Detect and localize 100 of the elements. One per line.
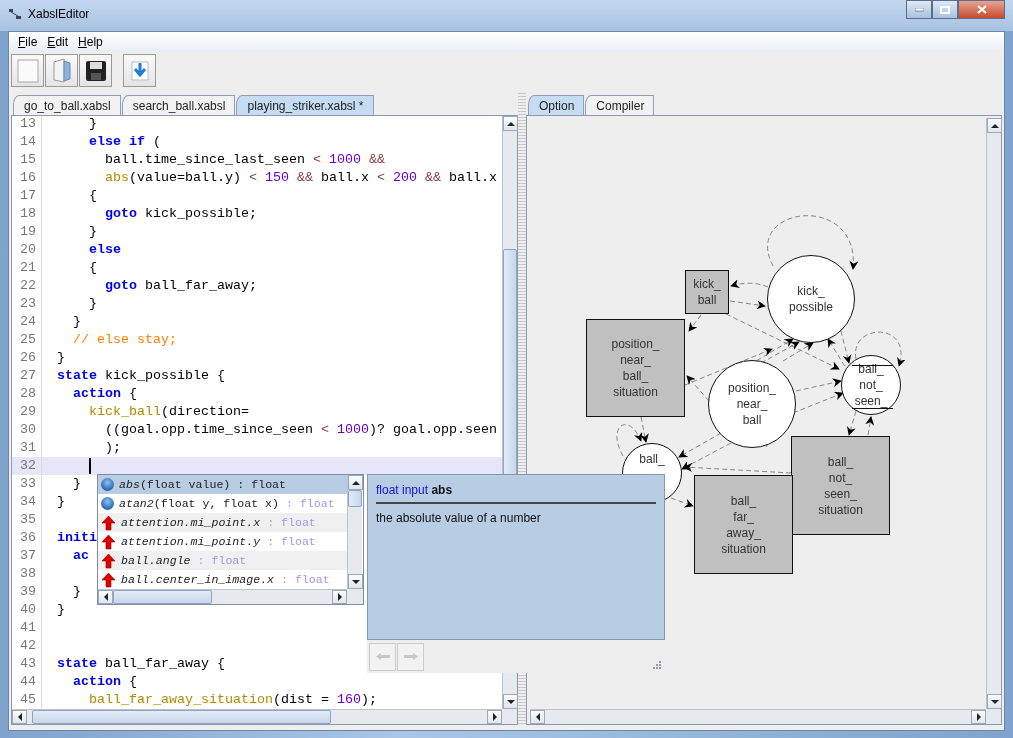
menu-item[interactable]: Edit [42,34,74,49]
code-line: state ball_far_away { [56,655,225,673]
scroll-down-button[interactable] [987,694,1002,709]
scrollbar-thumb[interactable] [348,490,362,507]
code-line: ); [104,439,121,457]
menu-item[interactable]: Help [73,34,108,49]
line-number: 38 [12,565,42,583]
up-arrow-icon [101,552,116,569]
menu-item[interactable]: File [13,34,43,49]
node-label: ball_ far_ away_ situation [721,492,766,557]
tab[interactable]: Option [528,95,585,115]
scroll-up-button[interactable] [348,475,363,490]
line-number: 22 [12,277,42,295]
up-arrow-icon [101,533,116,550]
code-line: } [88,116,97,133]
close-icon [976,5,987,14]
node-label: kick_ possible [789,283,833,315]
code-line: { [88,259,97,277]
tab[interactable]: Compiler [585,95,655,115]
text-cursor [89,458,91,474]
scrollbar-thumb[interactable] [31,710,331,724]
code-line: } [56,493,65,511]
completion-item[interactable]: abs(float value) : float [98,475,347,494]
minimize-button[interactable] [906,0,932,19]
code-line: } [72,313,81,331]
line-number: 24 [12,313,42,331]
line-number: 23 [12,295,42,313]
left-arrow-icon [535,713,540,721]
export-button[interactable] [123,54,156,87]
completion-text: ball.center_in_image.x : float [121,573,330,586]
down-arrow-icon [506,699,515,704]
code-line: } [88,295,97,313]
window-title: XabslEditor [28,7,90,21]
scroll-down-button[interactable] [503,694,518,709]
completion-item[interactable]: attention.mi_point.x : float [98,513,347,532]
up-arrow-icon [506,121,515,126]
doc-title: float input abs [376,483,656,504]
code-line: } [88,223,97,241]
code-line: ball.time_since_last_seen < 1000 && [104,151,385,169]
new-button[interactable] [11,54,44,87]
down-arrow-icon [351,579,360,584]
left-arrow-icon [103,593,108,601]
scroll-right-button[interactable] [971,710,986,724]
code-line: ac [72,547,89,565]
scroll-left-button[interactable] [12,710,27,724]
code-line: else if ( [88,133,161,151]
line-number: 26 [12,349,42,367]
save-button[interactable] [79,54,112,87]
line-number: 16 [12,169,42,187]
line-number: 17 [12,187,42,205]
code-line: { [88,187,97,205]
left-arrow-icon [17,713,22,721]
scrollbar-thumb[interactable] [113,590,212,604]
scroll-up-button[interactable] [987,118,1002,133]
close-button[interactable] [958,0,1005,19]
sphere-icon [101,478,114,491]
tab[interactable]: go_to_ball.xabsl [13,95,121,115]
line-number: 39 [12,583,42,601]
code-line: // else stay; [72,331,177,349]
tab[interactable]: playing_striker.xabsl * [236,95,374,115]
scroll-right-button[interactable] [487,710,502,724]
completion-item[interactable]: ball.angle : float [98,551,347,570]
line-number: 25 [12,331,42,349]
save-icon [84,59,107,82]
right-arrow-icon [976,713,981,721]
line-number: 28 [12,385,42,403]
tab[interactable]: search_ball.xabsl [121,95,236,115]
line-number: 35 [12,511,42,529]
up-arrow-icon [101,514,116,531]
minimize-icon [914,7,924,12]
down-arrow-icon [990,699,999,704]
right-arrow-icon [402,652,419,661]
completion-text: abs(float value) : float [119,478,286,491]
scroll-right-button[interactable] [332,590,347,604]
line-number: 15 [12,151,42,169]
scroll-left-button[interactable] [530,710,545,724]
code-line: goto kick_possible; [104,205,257,223]
code-line: action { [72,673,137,691]
line-number: 29 [12,403,42,421]
scroll-down-button[interactable] [348,574,363,589]
line-number: 13 [12,116,42,133]
scroll-up-button[interactable] [503,116,518,131]
node-label: position_ near_ ball_ situation [611,336,660,400]
maximize-button[interactable] [932,0,958,19]
blank-page-icon [16,58,39,83]
maximize-icon [940,5,950,14]
line-number: 32 [12,457,42,475]
completion-text: attention.mi_point.y : float [121,535,316,548]
code-line: } [72,475,81,493]
line-number: 42 [12,637,42,655]
line-number: 20 [12,241,42,259]
node-label: position_ near_ ball [727,380,776,428]
scroll-left-button[interactable] [98,590,113,604]
node-label: ball_ not_ seen_ situation [818,453,863,518]
transition-arrow [846,410,857,436]
line-number: 21 [12,259,42,277]
code-line: kick_ball(direction= [88,403,249,421]
line-number: 27 [12,367,42,385]
transition-arrow [688,314,702,332]
doc-text: the absolute value of a number [376,511,542,525]
